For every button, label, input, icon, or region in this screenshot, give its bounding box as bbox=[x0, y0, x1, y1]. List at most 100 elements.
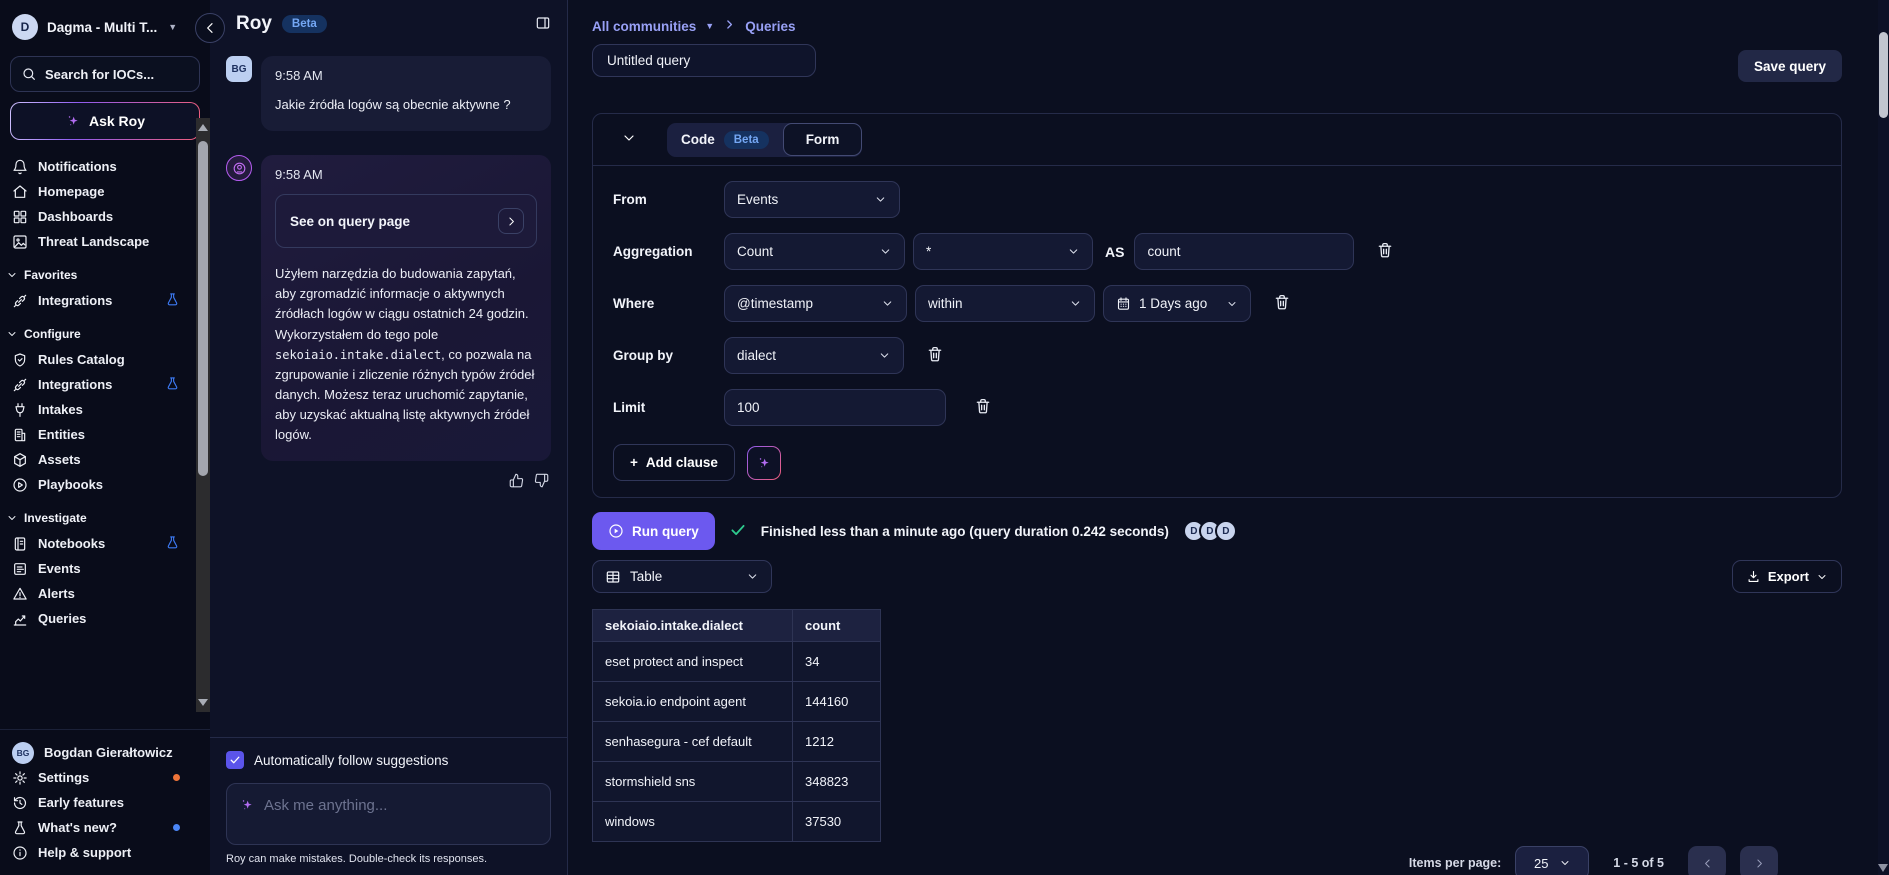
table-row[interactable]: stormshield sns348823 bbox=[593, 762, 881, 802]
aggregation-alias-input[interactable]: count bbox=[1134, 233, 1354, 270]
sidebar-item-playbooks[interactable]: Playbooks bbox=[12, 472, 210, 497]
sidebar-item-settings[interactable]: Settings bbox=[12, 765, 210, 790]
follow-suggestions-checkbox[interactable]: Automatically follow suggestions bbox=[226, 751, 551, 769]
open-query-page-button[interactable] bbox=[498, 208, 524, 234]
search-icon bbox=[21, 66, 37, 82]
beta-badge: Beta bbox=[282, 15, 327, 33]
sidebar-item-integrations[interactable]: Integrations bbox=[12, 372, 210, 397]
sidebar-item-assets[interactable]: Assets bbox=[12, 447, 210, 472]
scrollbar-thumb[interactable] bbox=[1879, 32, 1888, 118]
view-select[interactable]: Table bbox=[592, 560, 772, 593]
limit-input[interactable]: 100 bbox=[724, 389, 946, 426]
sidebar: D Dagma - Multi T... ▼ Search for IOCs..… bbox=[0, 0, 210, 875]
tab-code[interactable]: Code Beta bbox=[667, 123, 783, 157]
building-icon bbox=[12, 427, 28, 443]
breadcrumb-separator-icon bbox=[723, 18, 736, 34]
scroll-down-arrow[interactable] bbox=[198, 699, 208, 706]
warning-triangle-icon bbox=[12, 586, 28, 602]
export-button[interactable]: Export bbox=[1732, 560, 1842, 593]
from-select[interactable]: Events bbox=[724, 181, 900, 218]
user-menu[interactable]: BG Bogdan Gierałtowicz bbox=[12, 740, 210, 765]
chevron-down-icon bbox=[621, 130, 637, 146]
table-row[interactable]: sekoia.io endpoint agent144160 bbox=[593, 682, 881, 722]
section-configure[interactable]: Configure bbox=[6, 327, 210, 341]
search-input[interactable]: Search for IOCs... bbox=[10, 56, 200, 92]
sidebar-item-queries[interactable]: Queries bbox=[12, 606, 210, 631]
collapse-builder-button[interactable] bbox=[621, 130, 637, 149]
page-scrollbar[interactable] bbox=[1878, 0, 1889, 875]
sidebar-scrollbar[interactable] bbox=[196, 118, 210, 712]
scroll-up-arrow[interactable] bbox=[198, 124, 208, 131]
trash-icon[interactable] bbox=[926, 345, 944, 366]
aggregation-fn-select[interactable]: Count bbox=[724, 233, 905, 270]
where-field-select[interactable]: @timestamp bbox=[724, 285, 907, 322]
workspace-switcher[interactable]: D Dagma - Multi T... ▼ bbox=[0, 0, 210, 50]
info-icon bbox=[12, 845, 28, 861]
see-on-query-page-card[interactable]: See on query page bbox=[275, 194, 537, 248]
query-builder-card: Code Beta Form From Events Aggregation C… bbox=[592, 113, 1842, 498]
table-row[interactable]: senhasegura - cef default1212 bbox=[593, 722, 881, 762]
scrollbar-thumb[interactable] bbox=[198, 141, 208, 476]
tab-form[interactable]: Form bbox=[783, 123, 863, 156]
thumbs-up-icon[interactable] bbox=[509, 473, 524, 488]
sidebar-item-alerts[interactable]: Alerts bbox=[12, 581, 210, 606]
query-name-input[interactable]: Untitled query bbox=[592, 44, 816, 77]
avatar[interactable]: D bbox=[1215, 520, 1237, 542]
beta-flask-icon bbox=[165, 376, 180, 394]
table-row[interactable]: eset protect and inspect34 bbox=[593, 642, 881, 682]
section-favorites[interactable]: Favorites bbox=[6, 268, 210, 282]
where-date-select[interactable]: 1 Days ago bbox=[1103, 285, 1251, 322]
caret-down-icon[interactable]: ▼ bbox=[705, 21, 714, 31]
group-by-select[interactable]: dialect bbox=[724, 337, 904, 374]
breadcrumb-all-communities[interactable]: All communities bbox=[592, 19, 696, 34]
chat-input[interactable]: Ask me anything... bbox=[226, 783, 551, 845]
sidebar-item-notifications[interactable]: Notifications bbox=[12, 154, 210, 179]
sidebar-nav: Notifications Homepage Dashboards Threat… bbox=[0, 150, 210, 631]
where-operator-select[interactable]: within bbox=[915, 285, 1095, 322]
scroll-down-arrow[interactable] bbox=[1878, 864, 1888, 872]
section-investigate[interactable]: Investigate bbox=[6, 511, 210, 525]
trash-icon[interactable] bbox=[1376, 241, 1394, 262]
column-header-dialect[interactable]: sekoiaio.intake.dialect bbox=[593, 610, 793, 642]
panel-toggle-button[interactable] bbox=[535, 15, 551, 34]
plug-icon bbox=[12, 402, 28, 418]
sidebar-item-intakes[interactable]: Intakes bbox=[12, 397, 210, 422]
chart-icon bbox=[12, 611, 28, 627]
previous-page-button[interactable] bbox=[1688, 846, 1726, 875]
trash-icon[interactable] bbox=[1273, 293, 1291, 314]
sidebar-item-rules-catalog[interactable]: Rules Catalog bbox=[12, 347, 210, 372]
breadcrumb-queries[interactable]: Queries bbox=[745, 19, 795, 34]
sidebar-item-help-support[interactable]: Help & support bbox=[12, 840, 210, 865]
column-header-count[interactable]: count bbox=[793, 610, 881, 642]
add-clause-button[interactable]: + Add clause bbox=[613, 444, 735, 481]
run-query-button[interactable]: Run query bbox=[592, 512, 715, 550]
sidebar-item-notebooks[interactable]: Notebooks bbox=[12, 531, 210, 556]
sidebar-item-integrations-favorite[interactable]: Integrations bbox=[12, 288, 210, 313]
results-toolbar: Table Export bbox=[592, 560, 1842, 593]
sidebar-item-threat-landscape[interactable]: Threat Landscape bbox=[12, 229, 210, 254]
thumbs-down-icon[interactable] bbox=[534, 473, 549, 488]
sidebar-item-whats-new[interactable]: What's new? bbox=[12, 815, 210, 840]
chevron-down-icon bbox=[6, 512, 18, 524]
ask-roy-button[interactable]: Ask Roy bbox=[10, 102, 200, 140]
sidebar-item-dashboards[interactable]: Dashboards bbox=[12, 204, 210, 229]
trash-icon[interactable] bbox=[974, 397, 992, 418]
ai-assist-button[interactable] bbox=[747, 446, 781, 480]
sidebar-item-events[interactable]: Events bbox=[12, 556, 210, 581]
message-time: 9:58 AM bbox=[275, 167, 537, 182]
sidebar-item-homepage[interactable]: Homepage bbox=[12, 179, 210, 204]
collapse-chat-button[interactable] bbox=[195, 13, 225, 43]
next-page-button[interactable] bbox=[1740, 846, 1778, 875]
beta-flask-icon bbox=[165, 292, 180, 310]
sidebar-item-entities[interactable]: Entities bbox=[12, 422, 210, 447]
play-circle-icon bbox=[12, 477, 28, 493]
aggregation-field-select[interactable]: * bbox=[913, 233, 1093, 270]
checkbox-checked[interactable] bbox=[226, 751, 244, 769]
sidebar-item-early-features[interactable]: Early features bbox=[12, 790, 210, 815]
save-query-button[interactable]: Save query bbox=[1738, 50, 1842, 82]
flask-icon bbox=[12, 820, 28, 836]
table-row[interactable]: windows37530 bbox=[593, 802, 881, 842]
workspace-avatar: D bbox=[12, 14, 38, 40]
per-page-select[interactable]: 25 bbox=[1515, 846, 1589, 875]
viewer-avatars: D D D bbox=[1183, 520, 1237, 542]
